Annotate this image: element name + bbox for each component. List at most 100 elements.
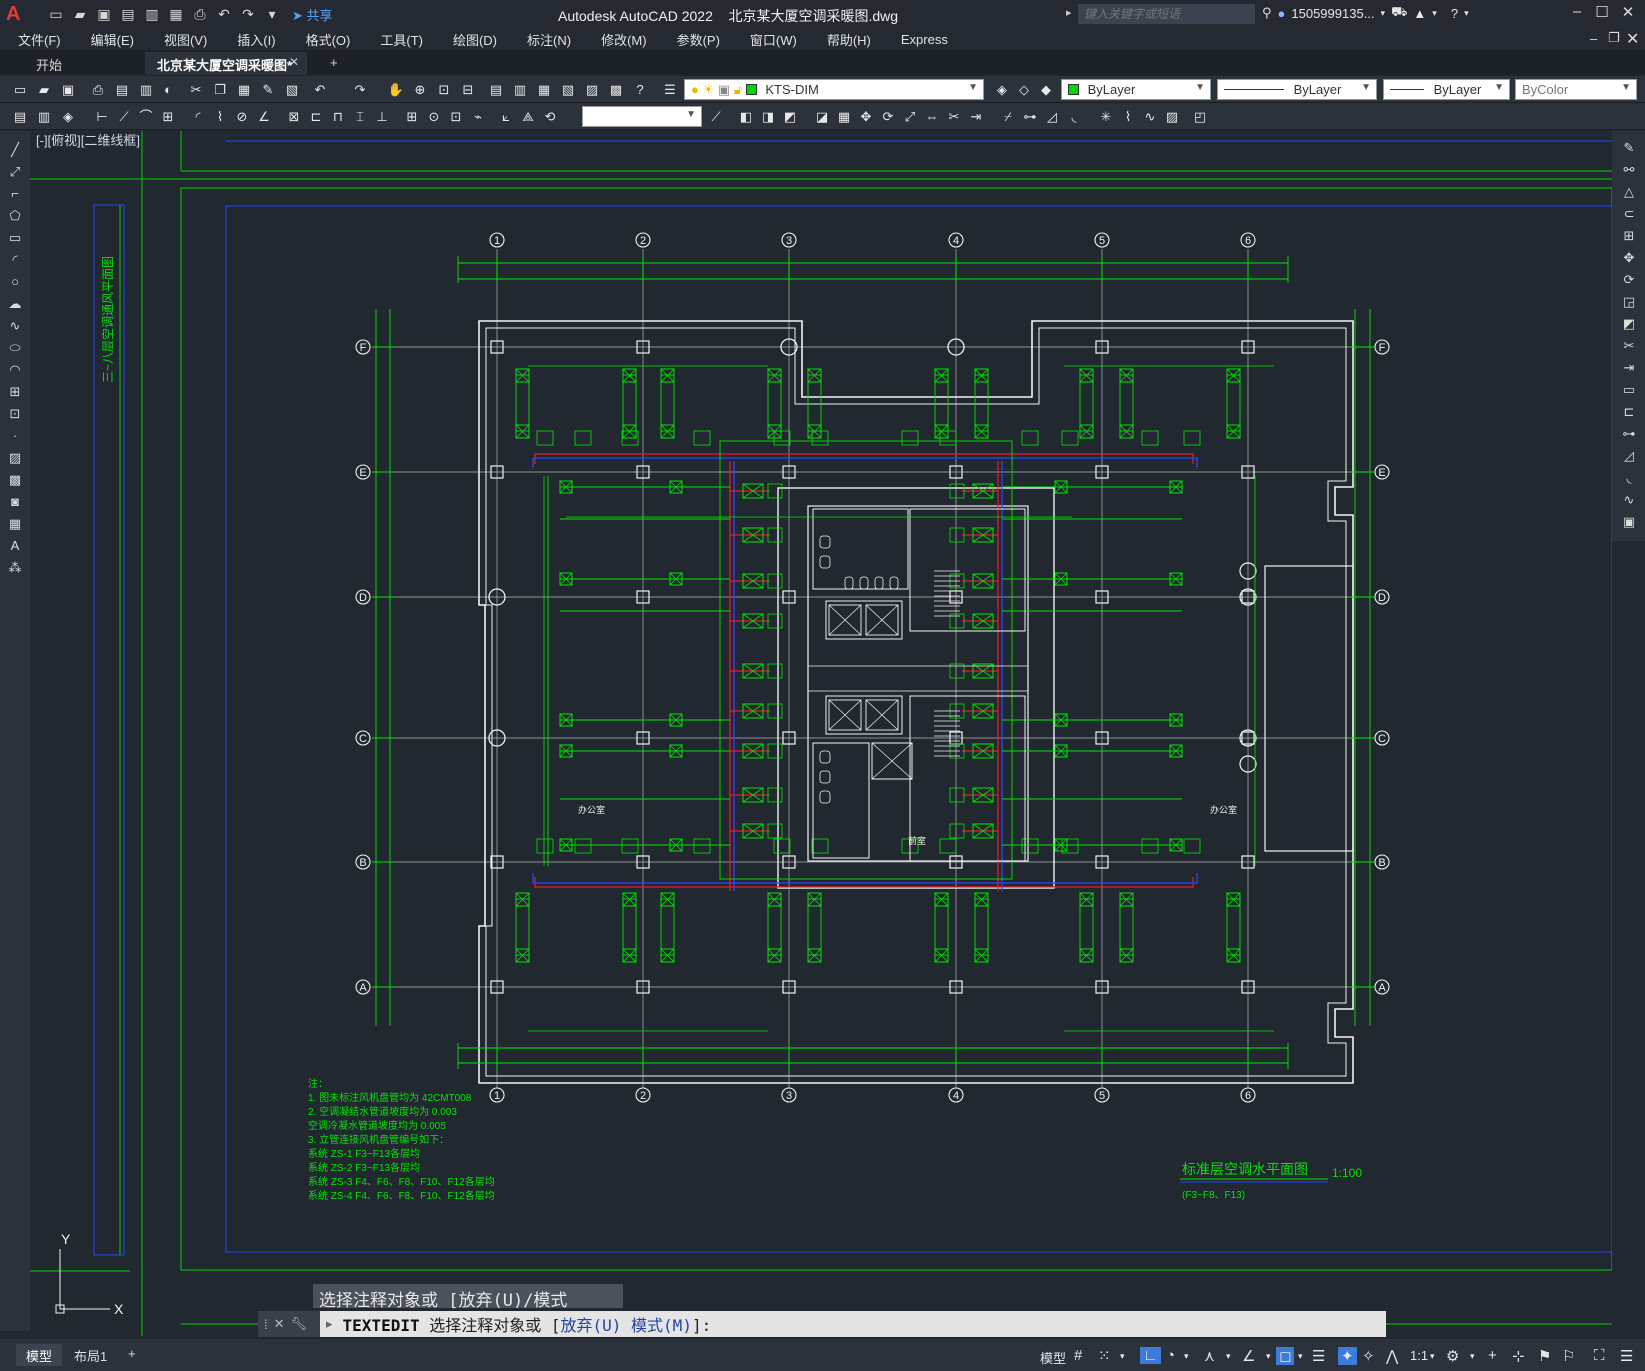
dim-style-icon[interactable]: ⟋ — [706, 107, 726, 127]
cut-icon[interactable]: ✂ — [186, 80, 206, 100]
markup-icon[interactable]: ▨ — [582, 80, 602, 100]
dim-update-icon[interactable]: ⟲ — [540, 107, 560, 127]
snap-icon[interactable]: ⁙ — [1098, 1347, 1111, 1365]
polyline-icon[interactable]: ⌐ — [6, 185, 24, 203]
dim-style-dropdown[interactable]: ▼ — [582, 106, 702, 127]
rotate-icon[interactable]: ⟳ — [1620, 271, 1638, 289]
zoom-realtime-icon[interactable]: ⊕ — [410, 80, 430, 100]
clean-screen-icon[interactable]: ⛶ — [1594, 1347, 1605, 1364]
ellipse-icon[interactable]: ⬭ — [6, 339, 24, 357]
menu-help[interactable]: 帮助(H) — [809, 30, 883, 49]
lineweight-icon[interactable]: ☰ — [1312, 1347, 1325, 1365]
array-icon[interactable]: ▦ — [834, 107, 854, 127]
menu-draw[interactable]: 绘图(D) — [435, 30, 509, 49]
save-as-icon[interactable]: ▤ — [118, 4, 138, 24]
viewport-label[interactable]: [-][俯视][二维线框] — [36, 133, 140, 148]
isolate-objects-icon[interactable]: ⚐ — [1562, 1347, 1575, 1365]
menu-dimension[interactable]: 标注(N) — [509, 30, 583, 49]
dim-continue-icon[interactable]: ⊓ — [328, 107, 348, 127]
rectangle-icon[interactable]: ▭ — [6, 229, 24, 247]
grip-icon[interactable]: ⁞ — [264, 1317, 268, 1332]
scale-icon[interactable]: ⤢ — [900, 107, 920, 127]
option-undo[interactable]: 放弃(U) — [561, 1316, 622, 1335]
annotation-scale-value[interactable]: 1:1 — [1410, 1348, 1428, 1363]
dim-break-icon[interactable]: ⊥ — [372, 107, 392, 127]
dim-ordinate-icon[interactable]: ⊞ — [158, 107, 178, 127]
zoom-previous-icon[interactable]: ⊟ — [458, 80, 478, 100]
menu-file[interactable]: 文件(F) — [0, 30, 73, 49]
blend-curves-icon[interactable]: ∿ — [1620, 491, 1638, 509]
save-icon[interactable]: ▣ — [58, 80, 78, 100]
ortho-icon[interactable]: ∟ — [1140, 1347, 1161, 1364]
stretch-icon[interactable]: ⇔ — [922, 107, 942, 127]
menu-parametric[interactable]: 参数(P) — [659, 30, 732, 49]
offset-icon[interactable]: ◪ — [812, 107, 832, 127]
close-window-icon[interactable]: ✕ — [1616, 3, 1640, 25]
workspace-icon[interactable]: ▤ — [10, 107, 30, 127]
chamfer-icon[interactable]: ◿ — [1042, 107, 1062, 127]
undo-icon[interactable]: ↶ — [310, 80, 330, 100]
preview-icon[interactable]: ▤ — [112, 80, 132, 100]
region-icon[interactable]: ◙ — [6, 493, 24, 511]
recent-commands-icon[interactable]: ▸ — [320, 1316, 333, 1332]
design-center-icon[interactable]: ▥ — [510, 80, 530, 100]
add-selected-icon[interactable]: ⁂ — [6, 559, 24, 577]
copy-icon[interactable]: ⚯ — [1620, 161, 1638, 179]
option-mode[interactable]: 模式(M) — [631, 1316, 692, 1335]
save-web-icon[interactable]: ▦ — [166, 4, 186, 24]
autodesk-app-icon[interactable]: ▲ — [1413, 6, 1426, 21]
ellipse-arc-icon[interactable]: ◠ — [6, 361, 24, 379]
menu-edit[interactable]: 编辑(E) — [73, 30, 146, 49]
layer-previous-icon[interactable]: ◇ — [1014, 80, 1034, 100]
erase-icon[interactable]: ◧ — [736, 107, 756, 127]
customize-qat-icon[interactable]: ▾ — [262, 4, 282, 24]
multiline-text-icon[interactable]: A — [6, 537, 24, 555]
layer-state-icon[interactable]: ◆ — [1036, 80, 1056, 100]
customize-status-icon[interactable]: ☰ — [1620, 1347, 1633, 1365]
minimize-icon[interactable]: – — [1565, 3, 1589, 25]
publish-icon[interactable]: ▥ — [136, 80, 156, 100]
circle-icon[interactable]: ○ — [6, 273, 24, 291]
dim-edit-icon[interactable]: ⟀ — [496, 107, 516, 127]
polar-dropdown-icon[interactable]: ▾ — [1184, 1351, 1189, 1362]
user-name[interactable]: 1505999135... — [1291, 6, 1374, 21]
properties-icon[interactable]: ▤ — [486, 80, 506, 100]
model-space-button[interactable]: 模型 — [1040, 1348, 1066, 1367]
copy-icon[interactable]: ❐ — [210, 80, 230, 100]
object-snap-tracking-icon[interactable]: ∠ — [1242, 1347, 1255, 1365]
search-input[interactable] — [1078, 4, 1255, 24]
menu-modify[interactable]: 修改(M) — [583, 30, 659, 49]
dim-space-icon[interactable]: ⌶ — [350, 107, 370, 127]
doc-close-icon[interactable]: ✕ — [1626, 29, 1639, 49]
move-icon[interactable]: ✥ — [856, 107, 876, 127]
array-icon[interactable]: ⊞ — [1620, 227, 1638, 245]
redo-icon[interactable]: ↷ — [238, 4, 258, 24]
dim-arc-icon[interactable]: ⌒ — [136, 107, 156, 127]
customize-command-icon[interactable]: 🔧︎ — [291, 1316, 308, 1332]
spline-icon[interactable]: ∿ — [6, 317, 24, 335]
new-file-icon[interactable]: ▭ — [46, 4, 66, 24]
maximize-icon[interactable]: ☐ — [1590, 3, 1614, 25]
redo-icon[interactable]: ↷ — [350, 80, 370, 100]
point-icon[interactable]: · — [6, 427, 24, 445]
fillet-icon[interactable]: ◟ — [1064, 107, 1084, 127]
scale-dropdown-icon[interactable]: ▾ — [1430, 1351, 1435, 1362]
pan-icon[interactable]: ✋ — [386, 80, 406, 100]
break-icon[interactable]: ⊏ — [1620, 403, 1638, 421]
quick-dim-icon[interactable]: ⊠ — [284, 107, 304, 127]
layer-tools-icon[interactable]: ▥ — [34, 107, 54, 127]
help-icon[interactable]: ? — [1451, 6, 1458, 21]
edit-hatch-icon[interactable]: ▨ — [1162, 107, 1182, 127]
arc-icon[interactable]: ◜ — [6, 251, 24, 269]
extend-icon[interactable]: ⇥ — [966, 107, 986, 127]
plotstyle-dropdown[interactable]: ByColor ▼ — [1515, 79, 1637, 100]
menu-express[interactable]: Express — [883, 32, 960, 47]
edit-spline-icon[interactable]: ∿ — [1140, 107, 1160, 127]
match-properties-icon[interactable]: ✎ — [258, 80, 278, 100]
drawing-canvas[interactable]: 1 1 2 2 3 3 4 4 5 5 6 6 A A B B C C D D E E F F [-][俯视][二维线框] 三… — [30, 131, 1612, 1336]
polar-tracking-icon[interactable]: ◔ — [1166, 1347, 1175, 1364]
osnap-dropdown-icon[interactable]: ▾ — [1298, 1351, 1303, 1362]
explode-icon[interactable]: ▣ — [1620, 513, 1638, 531]
offset-icon[interactable]: ⊂ — [1620, 205, 1638, 223]
command-line[interactable]: ⁞ ✕ 🔧︎ ▸ TEXTEDIT 选择注释对象或 [放弃(U) 模式(M)]: — [258, 1311, 1386, 1337]
